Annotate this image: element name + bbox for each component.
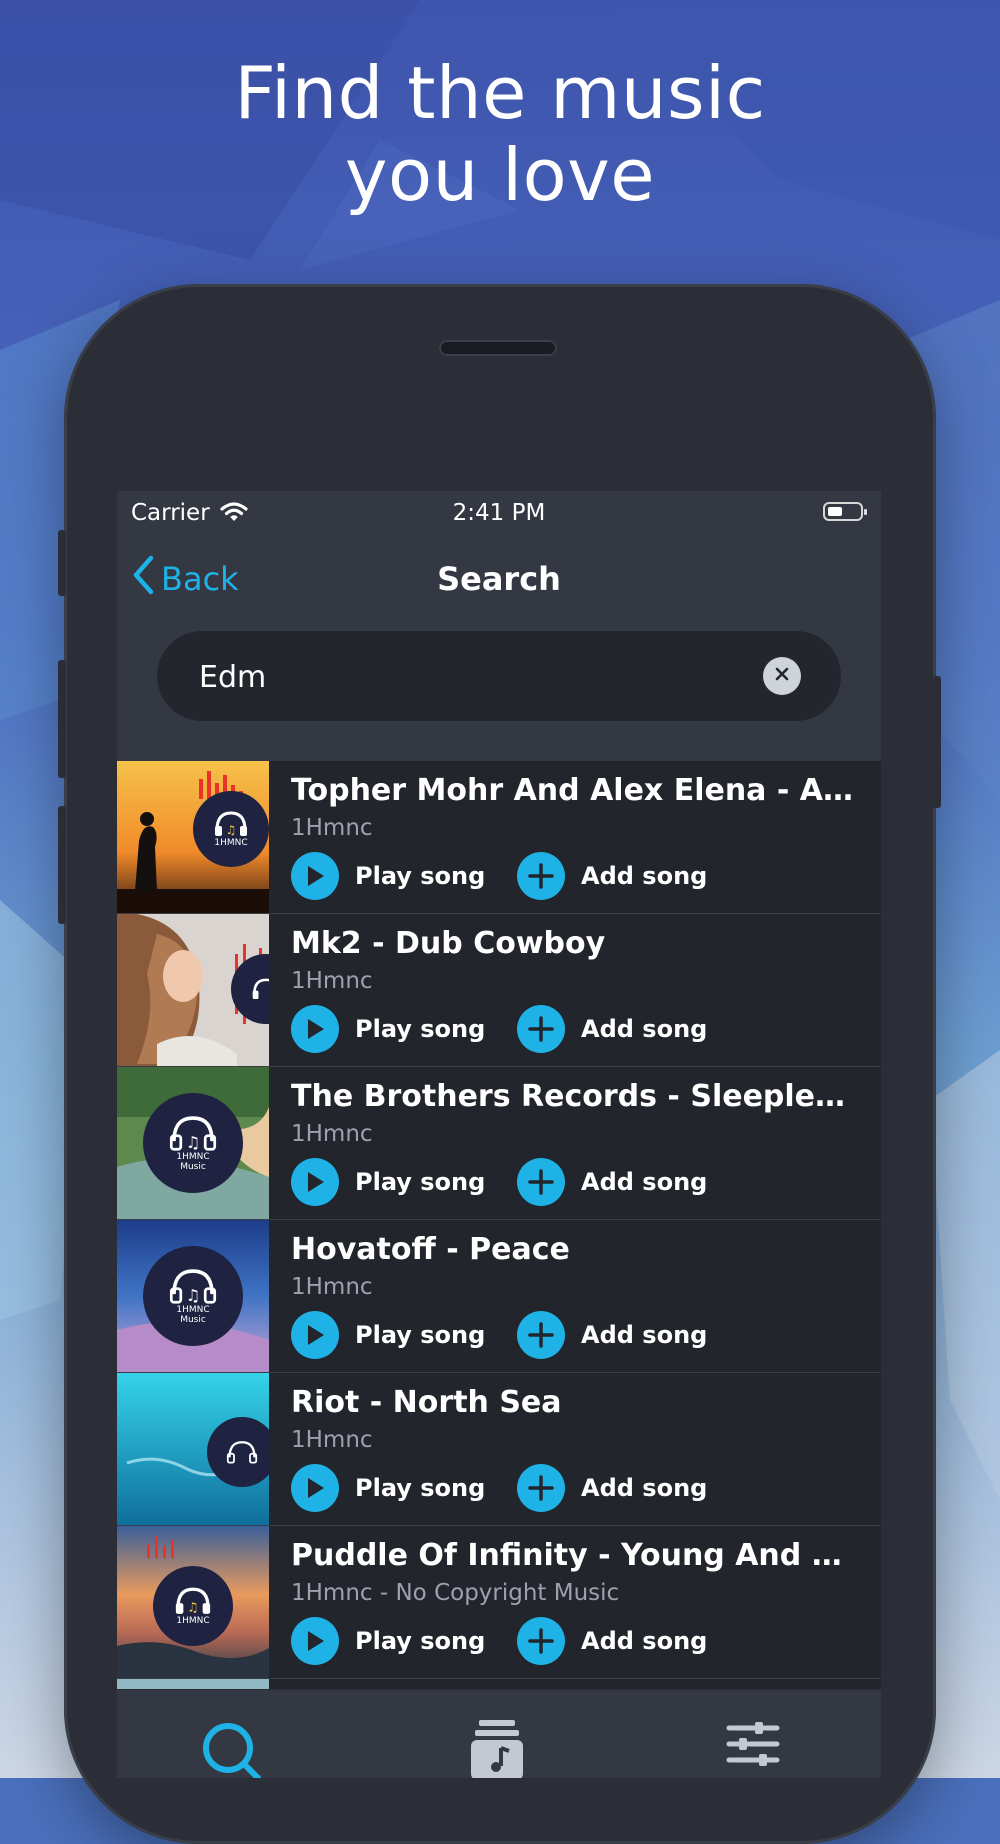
song-artist: 1Hmnc: [291, 968, 373, 994]
play-song-label: Play song: [355, 1474, 486, 1502]
tab-search[interactable]: [200, 1720, 280, 1778]
add-song-label: Add song: [581, 1627, 708, 1655]
add-song-button[interactable]: Add song: [517, 1463, 707, 1513]
song-artist: 1Hmnc: [291, 815, 373, 841]
plus-icon: [517, 1005, 565, 1053]
album-art: [117, 914, 269, 1066]
play-song-button[interactable]: Play song: [291, 1157, 485, 1207]
song-title: Puddle Of Infinity - Young And Old...: [291, 1538, 861, 1573]
song-artist: 1Hmnc - No Copyright Music: [291, 1580, 620, 1606]
play-icon: [291, 1464, 339, 1512]
album-art: [117, 1373, 269, 1525]
list-item[interactable]: Mk2 - Dub Cowboy 1Hmnc Play song Add son…: [117, 914, 881, 1067]
phone-speaker: [439, 340, 557, 356]
add-song-label: Add song: [581, 1168, 708, 1196]
add-song-button[interactable]: Add song: [517, 1157, 707, 1207]
play-icon: [291, 1311, 339, 1359]
play-song-button[interactable]: Play song: [291, 851, 485, 901]
app-screen: Carrier 2:41 PM Back Search Edm ♫ 1HMNC …: [117, 491, 881, 1778]
tab-library[interactable]: [469, 1720, 549, 1778]
phone-silent-switch: [58, 530, 66, 596]
channel-logo: ♫ 1HMNC Music: [143, 1246, 243, 1346]
song-title: Topher Mohr And Alex Elena - A W...: [291, 773, 861, 808]
list-item[interactable]: ♫ 1HMNC Puddle Of Infinity - Young And O…: [117, 1526, 881, 1679]
results-list: ♫ 1HMNC Topher Mohr And Alex Elena - A W…: [117, 761, 881, 1691]
status-bar: Carrier 2:41 PM: [117, 491, 881, 535]
add-song-label: Add song: [581, 1474, 708, 1502]
song-title: Mk2 - Dub Cowboy: [291, 926, 606, 961]
svg-text:♫: ♫: [187, 1601, 199, 1616]
play-icon: [291, 852, 339, 900]
play-icon: [291, 1005, 339, 1053]
play-song-label: Play song: [355, 1015, 486, 1043]
play-song-button[interactable]: Play song: [291, 1616, 485, 1666]
status-time: 2:41 PM: [452, 500, 546, 526]
plus-icon: [517, 1464, 565, 1512]
tab-settings[interactable]: [725, 1720, 805, 1778]
close-icon: [774, 666, 790, 686]
song-title: Hovatoff - Peace: [291, 1232, 570, 1267]
plus-icon: [517, 1311, 565, 1359]
battery-icon: [823, 502, 867, 521]
svg-text:♫: ♫: [226, 823, 237, 837]
song-title: The Brothers Records - Sleeplessn...: [291, 1079, 861, 1114]
list-item[interactable]: ♫ 1HMNC Topher Mohr And Alex Elena - A W…: [117, 761, 881, 914]
channel-logo: ♫ 1HMNC: [153, 1566, 233, 1646]
page-title: Search: [437, 560, 561, 598]
phone-volume-down-button: [58, 806, 66, 924]
channel-logo: [207, 1417, 269, 1487]
album-art: ♫ 1HMNC: [117, 1526, 269, 1678]
promo-headline-line2: you love: [344, 133, 656, 217]
song-artist: 1Hmnc: [291, 1427, 373, 1453]
song-artist: 1Hmnc: [291, 1121, 373, 1147]
tab-bar: [117, 1689, 881, 1778]
play-song-button[interactable]: Play song: [291, 1310, 485, 1360]
play-song-label: Play song: [355, 862, 486, 890]
play-song-label: Play song: [355, 1321, 486, 1349]
plus-icon: [517, 1158, 565, 1206]
list-item[interactable]: ♫ 1HMNC Music The Brothers Records - Sle…: [117, 1067, 881, 1220]
channel-logo: ♫ 1HMNC Music: [143, 1093, 243, 1193]
play-song-label: Play song: [355, 1168, 486, 1196]
add-song-label: Add song: [581, 1015, 708, 1043]
play-song-label: Play song: [355, 1627, 486, 1655]
clear-search-button[interactable]: [763, 657, 801, 695]
album-art: ♫ 1HMNC: [117, 761, 269, 913]
promo-headline-line1: Find the music: [234, 51, 766, 135]
svg-text:♫: ♫: [186, 1133, 201, 1152]
song-artist: 1Hmnc: [291, 1274, 373, 1300]
plus-icon: [517, 852, 565, 900]
add-song-button[interactable]: Add song: [517, 1310, 707, 1360]
svg-text:♫: ♫: [186, 1286, 201, 1305]
phone-volume-up-button: [58, 660, 66, 778]
album-art: ♫ 1HMNC Music: [117, 1067, 269, 1219]
play-icon: [291, 1617, 339, 1665]
play-song-button[interactable]: Play song: [291, 1463, 485, 1513]
search-icon: [200, 1723, 264, 1778]
add-song-button[interactable]: Add song: [517, 851, 707, 901]
add-song-label: Add song: [581, 862, 708, 890]
search-bar: [157, 631, 841, 723]
plus-icon: [517, 1617, 565, 1665]
list-item[interactable]: Riot - North Sea 1Hmnc Play song Add son…: [117, 1373, 881, 1526]
play-icon: [291, 1158, 339, 1206]
add-song-label: Add song: [581, 1321, 708, 1349]
play-song-button[interactable]: Play song: [291, 1004, 485, 1054]
add-song-button[interactable]: Add song: [517, 1616, 707, 1666]
promo-headline: Find the music you love: [0, 52, 1000, 216]
phone-power-button: [933, 676, 941, 808]
album-art: ♫ 1HMNC Music: [117, 1220, 269, 1372]
sliders-icon: [725, 1722, 781, 1778]
list-item[interactable]: ♫ 1HMNC Music Hovatoff - Peace 1Hmnc Pla…: [117, 1220, 881, 1373]
add-song-button[interactable]: Add song: [517, 1004, 707, 1054]
channel-logo: ♫ 1HMNC: [193, 791, 269, 867]
search-input[interactable]: [197, 631, 761, 723]
navigation-bar: Back Search: [117, 535, 881, 623]
song-title: Riot - North Sea: [291, 1385, 562, 1420]
music-library-icon: [469, 1720, 525, 1778]
